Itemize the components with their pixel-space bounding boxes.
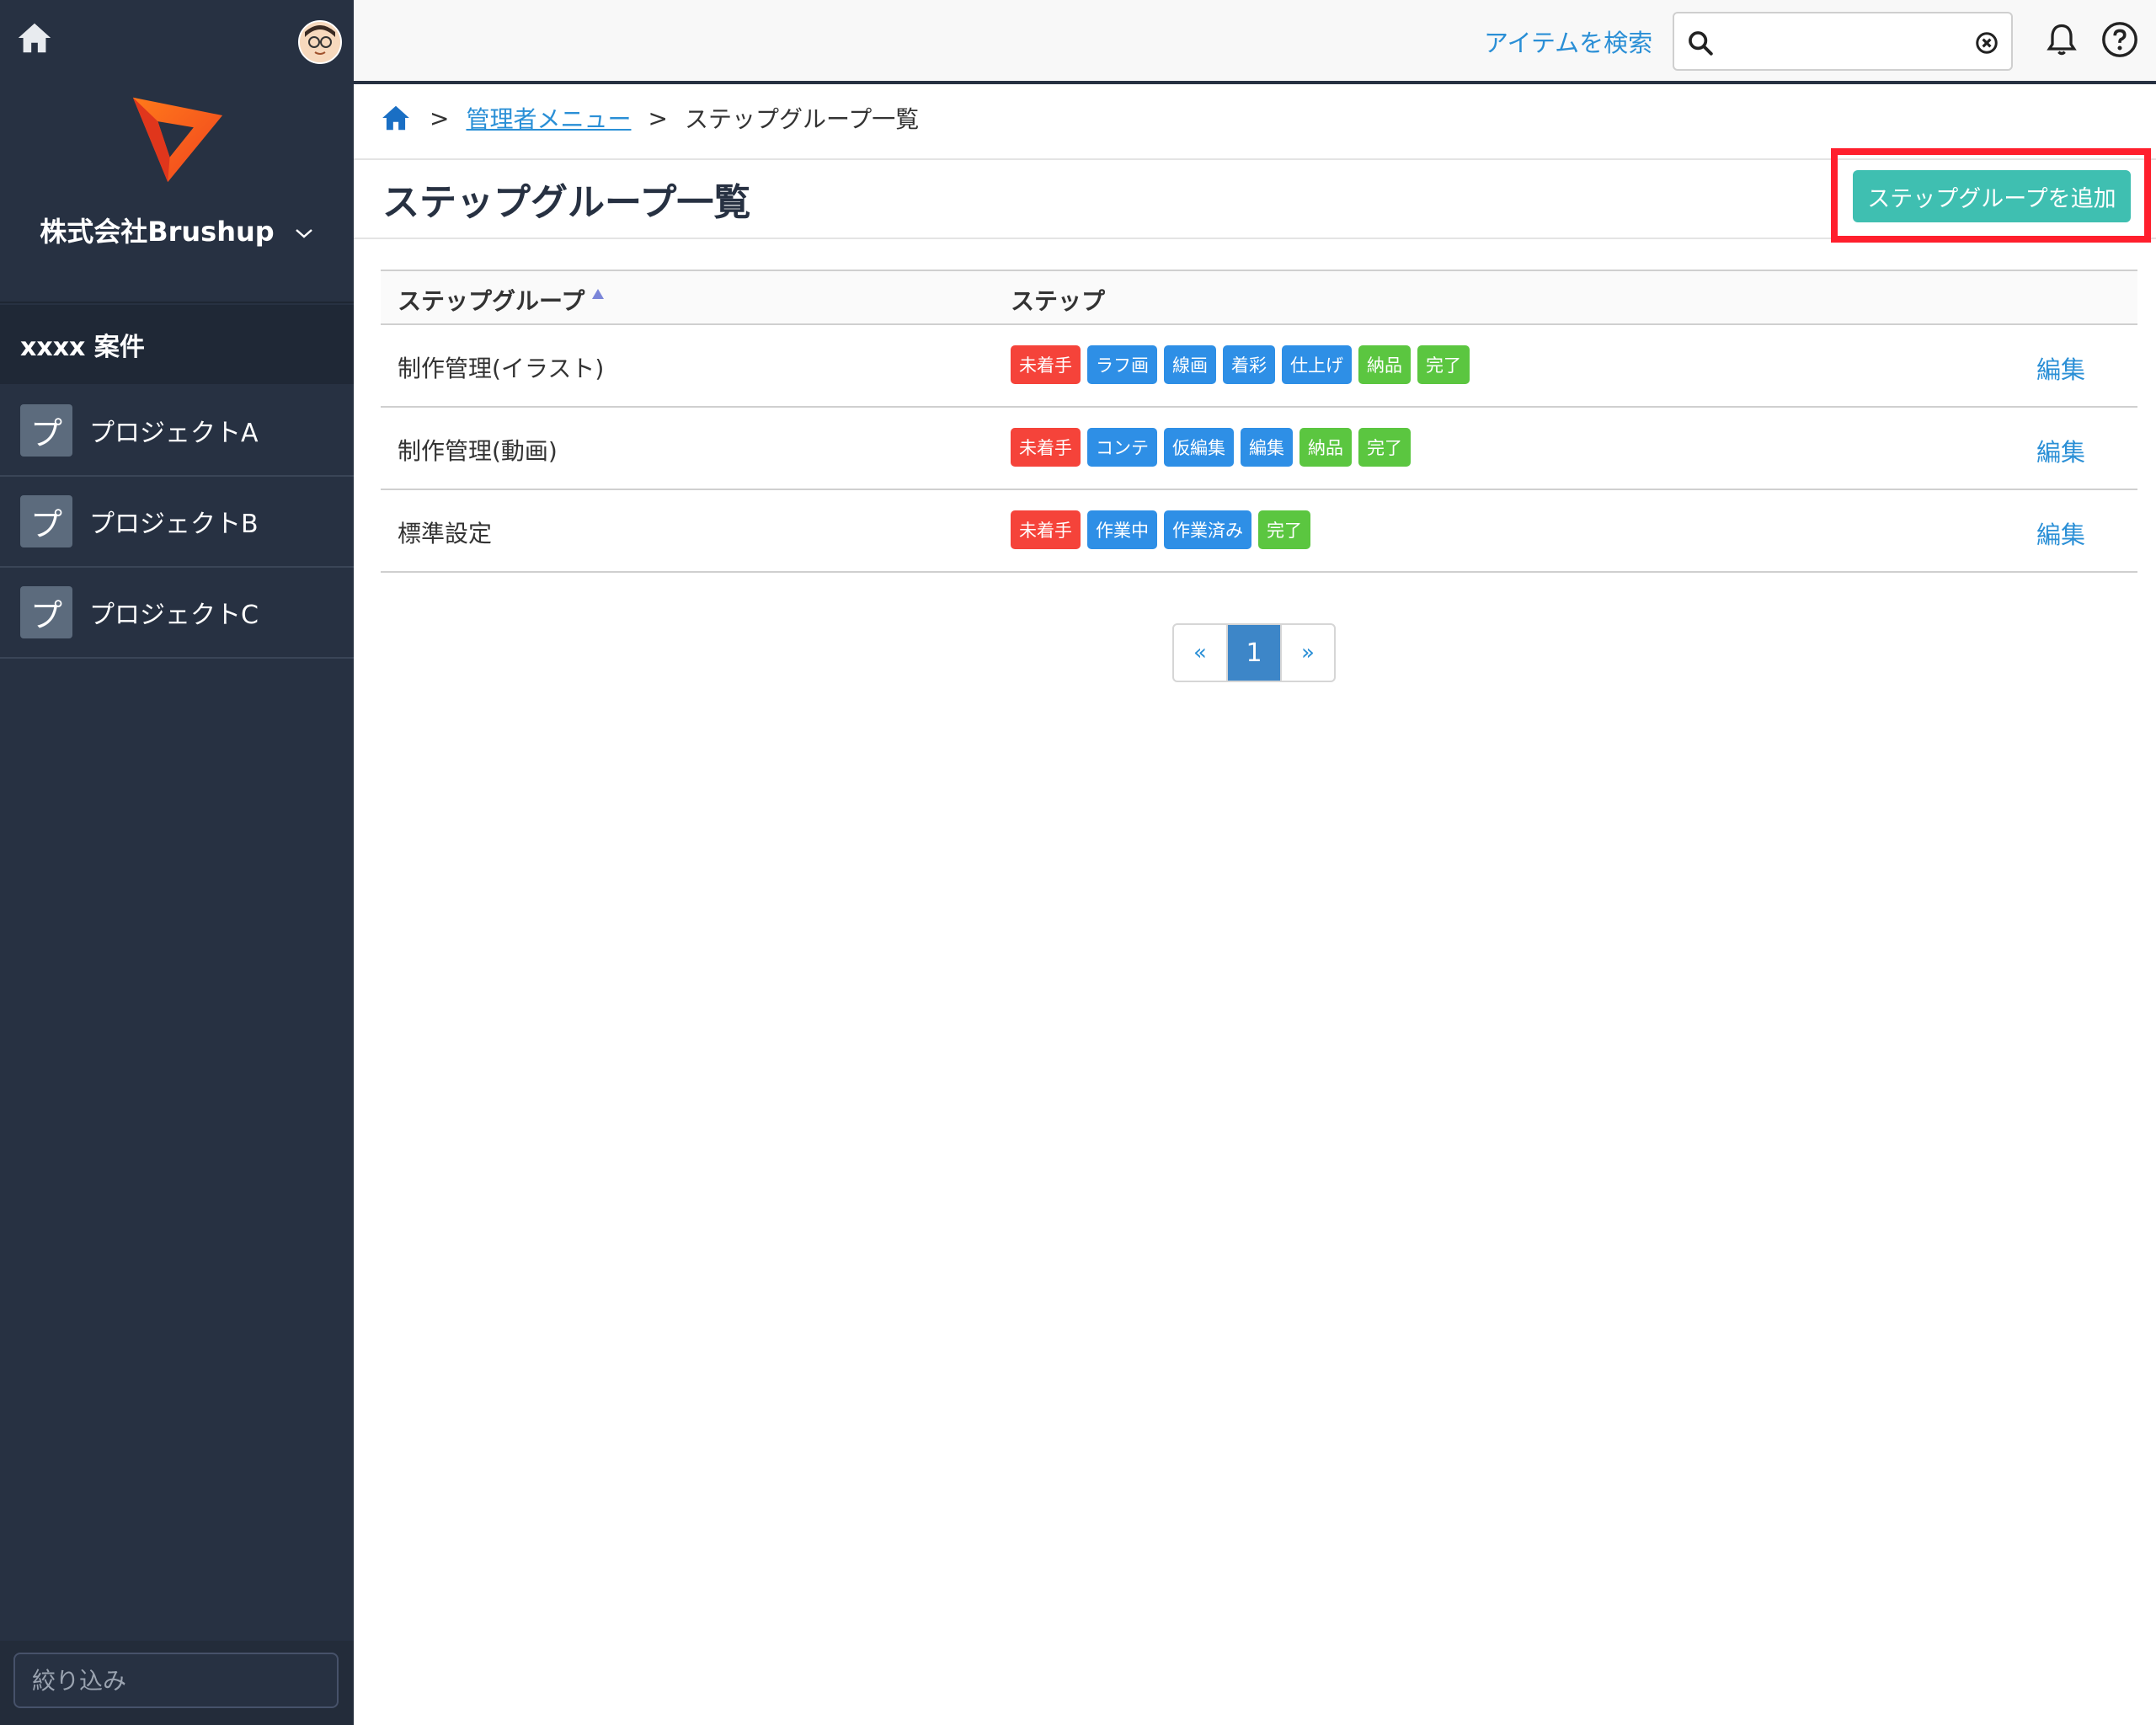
org-name: 株式会社Brushup: [40, 216, 275, 248]
top-header: アイテムを検索: [354, 0, 2156, 84]
step-list: 未着手 コンテ 仮編集 編集 納品 完了: [1011, 428, 1411, 467]
table-row: 制作管理(イラスト) 未着手 ラフ画 線画 着彩 仕上げ 納品 完了 編集: [381, 325, 2137, 408]
pagination: « 1 »: [1172, 623, 1336, 682]
step-group-name: 制作管理(イラスト): [398, 355, 605, 382]
project-label: プロジェクトC: [89, 601, 259, 630]
table-row: 制作管理(動画) 未着手 コンテ 仮編集 編集 納品 完了 編集: [381, 408, 2137, 490]
step-list: 未着手 ラフ画 線画 着彩 仕上げ 納品 完了: [1011, 345, 1470, 384]
step-badge: 未着手: [1011, 428, 1081, 467]
chevron-down-icon: [295, 229, 312, 238]
step-badge: 納品: [1299, 428, 1352, 467]
table-header: ステップグループ ステップ: [381, 270, 2137, 325]
column-header-steps: ステップ: [1011, 287, 1106, 315]
search-input[interactable]: [1721, 22, 1969, 62]
sidebar-filter-area: [0, 1641, 354, 1725]
breadcrumb-admin-menu-link[interactable]: 管理者メニュー: [466, 101, 631, 135]
breadcrumb-separator: >: [648, 104, 668, 132]
step-badge: コンテ: [1087, 428, 1157, 467]
project-badge: プ: [20, 495, 72, 547]
help-icon[interactable]: [2100, 20, 2139, 59]
step-badge: 納品: [1358, 345, 1411, 384]
project-label: プロジェクトA: [89, 419, 259, 448]
project-badge: プ: [20, 586, 72, 638]
column-header-step-group[interactable]: ステップグループ: [398, 283, 605, 317]
step-badge: 完了: [1417, 345, 1470, 384]
breadcrumb-current: ステップグループ一覧: [684, 105, 920, 133]
step-badge: 着彩: [1223, 345, 1275, 384]
column-header-label: ステップグループ: [398, 287, 585, 315]
step-badge: 編集: [1241, 428, 1293, 467]
step-badge: 仮編集: [1164, 428, 1234, 467]
step-badge: 作業中: [1087, 510, 1157, 549]
sidebar-divider: [0, 302, 354, 303]
case-label: xxxx 案件: [20, 333, 145, 362]
edit-link[interactable]: 編集: [2036, 350, 2085, 386]
add-step-group-button[interactable]: ステップグループを追加: [1853, 170, 2131, 222]
org-switcher[interactable]: 株式会社Brushup: [0, 211, 354, 249]
edit-link[interactable]: 編集: [2036, 433, 2085, 468]
step-badge: 未着手: [1011, 510, 1081, 549]
pagination-page-1[interactable]: 1: [1226, 625, 1280, 681]
step-badge: 作業済み: [1164, 510, 1251, 549]
table-row: 標準設定 未着手 作業中 作業済み 完了 編集: [381, 490, 2137, 573]
sidebar-item-project-c[interactable]: プ プロジェクトC: [0, 568, 354, 659]
page-title: ステップグループ一覧: [382, 181, 751, 224]
project-badge: プ: [20, 404, 72, 457]
filter-input[interactable]: [13, 1653, 339, 1708]
sidebar-item-project-a[interactable]: プ プロジェクトA: [0, 386, 354, 477]
step-group-table: ステップグループ ステップ 制作管理(イラスト) 未着手 ラフ画 線画 着彩 仕上げ 納品完…: [381, 270, 2137, 573]
sidebar-item-project-b[interactable]: プ プロジェクトB: [0, 477, 354, 568]
clear-search-icon[interactable]: [1974, 30, 1999, 56]
project-label: プロジェクトB: [89, 510, 259, 539]
breadcrumb-home-icon[interactable]: [379, 102, 413, 134]
case-header[interactable]: xxxx 案件: [0, 305, 354, 384]
sidebar: 株式会社Brushup xxxx 案件 プ プロジェクトA プ プロジェクトB …: [0, 0, 354, 1725]
step-badge: 完了: [1358, 428, 1411, 467]
search-icon: [1689, 31, 1713, 56]
step-badge: ラフ画: [1087, 345, 1157, 384]
edit-link[interactable]: 編集: [2036, 515, 2085, 551]
sort-asc-icon: [592, 289, 605, 299]
breadcrumb-separator: >: [430, 104, 450, 132]
search-box[interactable]: [1673, 12, 2013, 71]
step-group-name: 標準設定: [398, 520, 493, 547]
step-badge: 線画: [1164, 345, 1216, 384]
pagination-next-button[interactable]: »: [1280, 625, 1334, 681]
avatar-face-icon: [300, 22, 340, 62]
step-badge: 仕上げ: [1282, 345, 1352, 384]
table-body: 制作管理(イラスト) 未着手 ラフ画 線画 着彩 仕上げ 納品 完了 編集 制作管理(動画) 未着手…: [381, 325, 2137, 573]
home-icon[interactable]: [15, 19, 54, 57]
step-badge: 未着手: [1011, 345, 1081, 384]
breadcrumb: > 管理者メニュー > ステップグループ一覧: [379, 101, 919, 135]
item-search-link[interactable]: アイテムを検索: [1484, 24, 1652, 59]
step-badge: 完了: [1258, 510, 1310, 549]
bell-icon[interactable]: [2043, 20, 2080, 59]
step-group-name: 制作管理(動画): [398, 437, 558, 465]
step-list: 未着手 作業中 作業済み 完了: [1011, 510, 1310, 549]
pagination-prev-button[interactable]: «: [1174, 625, 1226, 681]
brushup-logo-icon: [132, 97, 223, 183]
avatar[interactable]: [298, 20, 342, 64]
